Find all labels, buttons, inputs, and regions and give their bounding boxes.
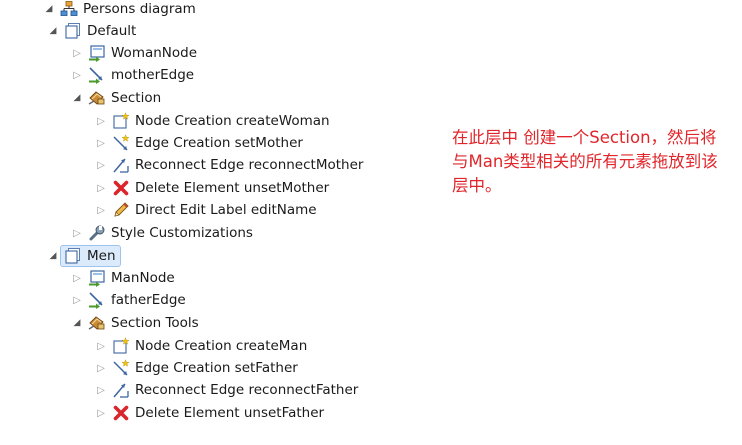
tree-item-label: ManNode <box>111 270 175 286</box>
tree-item-label: Men <box>87 248 116 264</box>
tree-item-label: Delete Element unsetFather <box>135 405 325 421</box>
node-mapping-icon <box>88 269 106 287</box>
tree-item-label: fatherEdge <box>111 292 186 308</box>
collapse-toggle-icon[interactable]: ▷ <box>70 222 84 244</box>
edge-mapping-icon <box>88 291 106 309</box>
tree-item-default-layer[interactable]: ◢ Default <box>46 20 136 42</box>
tree-item-label: Persons diagram <box>83 1 196 17</box>
tree-item-label: Style Customizations <box>111 225 253 241</box>
reconnect-edge-icon <box>112 381 130 399</box>
tree-item-delete-element-unsetmother[interactable]: ▷ Delete Element unsetMother <box>94 177 329 199</box>
expand-toggle-icon[interactable]: ◢ <box>46 245 60 267</box>
tree-item-section[interactable]: ◢ Section <box>70 87 162 109</box>
tree-item-node-creation-createman[interactable]: ▷ Node Creation createMan <box>94 335 307 357</box>
node-creation-icon <box>112 112 130 130</box>
tree-item-persons-diagram[interactable]: ◢ Persons diagram <box>42 0 196 20</box>
tree-item-label: Section Tools <box>111 315 199 331</box>
tree-item-label: Edge Creation setMother <box>135 135 303 151</box>
tree-item-edge-creation-setmother[interactable]: ▷ Edge Creation setMother <box>94 132 303 154</box>
diagram-icon <box>60 0 78 18</box>
selection-highlight[interactable]: Men <box>60 245 121 267</box>
tree-item-reconnect-edge-reconnectmother[interactable]: ▷ Reconnect Edge reconnectMother <box>94 154 363 176</box>
tree-item-label: Direct Edit Label editName <box>135 202 317 218</box>
collapse-toggle-icon[interactable]: ▷ <box>94 357 108 379</box>
tree-item-womannode[interactable]: ▷ WomanNode <box>70 42 197 64</box>
collapse-toggle-icon[interactable]: ▷ <box>94 335 108 357</box>
collapse-toggle-icon[interactable]: ▷ <box>70 64 84 86</box>
collapse-toggle-icon[interactable]: ▷ <box>94 402 108 424</box>
tree-item-node-creation-createwoman[interactable]: ▷ Node Creation createWoman <box>94 110 330 132</box>
tree-item-section-tools[interactable]: ◢ Section Tools <box>70 312 199 334</box>
edge-creation-icon <box>112 359 130 377</box>
tree-item-label: WomanNode <box>111 45 198 61</box>
expand-toggle-icon[interactable]: ◢ <box>70 312 84 334</box>
tree-item-delete-element-unsetfather[interactable]: ▷ Delete Element unsetFather <box>94 402 324 424</box>
direct-edit-label-icon <box>112 201 130 219</box>
tree-item-label: Section <box>111 90 162 106</box>
collapse-toggle-icon[interactable]: ▷ <box>94 379 108 401</box>
tool-section-icon <box>88 314 106 332</box>
collapse-toggle-icon[interactable]: ▷ <box>94 177 108 199</box>
tree-item-men-layer[interactable]: ◢ Men <box>46 245 121 267</box>
expand-toggle-icon[interactable]: ◢ <box>46 20 60 42</box>
reconnect-edge-icon <box>112 156 130 174</box>
tree-item-label: Reconnect Edge reconnectMother <box>135 157 364 173</box>
tree-item-reconnect-edge-reconnectfather[interactable]: ▷ Reconnect Edge reconnectFather <box>94 379 358 401</box>
tree-item-direct-edit-label-editname[interactable]: ▷ Direct Edit Label editName <box>94 199 317 221</box>
tree-item-label: Edge Creation setFather <box>135 360 298 376</box>
tree-item-motheredge[interactable]: ▷ motherEdge <box>70 64 194 86</box>
layer-icon <box>64 22 82 40</box>
node-creation-icon <box>112 337 130 355</box>
tree-item-fatheredge[interactable]: ▷ fatherEdge <box>70 289 186 311</box>
collapse-toggle-icon[interactable]: ▷ <box>70 42 84 64</box>
tree-item-mannode[interactable]: ▷ ManNode <box>70 267 175 289</box>
collapse-toggle-icon[interactable]: ▷ <box>70 267 84 289</box>
tree-item-label: Reconnect Edge reconnectFather <box>135 382 359 398</box>
tree-item-label: Node Creation createMan <box>135 338 308 354</box>
tree-item-style-customizations[interactable]: ▷ Style Customizations <box>70 222 253 244</box>
tree-item-label: Delete Element unsetMother <box>135 180 330 196</box>
wrench-icon <box>88 224 106 242</box>
collapse-toggle-icon[interactable]: ▷ <box>94 132 108 154</box>
collapse-toggle-icon[interactable]: ▷ <box>94 110 108 132</box>
layer-icon <box>64 247 82 265</box>
collapse-toggle-icon[interactable]: ▷ <box>70 289 84 311</box>
expand-toggle-icon[interactable]: ◢ <box>70 87 84 109</box>
tool-section-icon <box>88 89 106 107</box>
tree-item-label: Node Creation createWoman <box>135 113 330 129</box>
tree-item-label: Default <box>87 23 137 39</box>
annotation-note: 在此层中 创建一个Section，然后将与Man类型相关的所有元素拖放到该层中。 <box>452 128 718 195</box>
node-mapping-icon <box>88 44 106 62</box>
delete-element-icon <box>112 179 130 197</box>
tree-item-edge-creation-setfather[interactable]: ▷ Edge Creation setFather <box>94 357 298 379</box>
collapse-toggle-icon[interactable]: ▷ <box>94 154 108 176</box>
tree-item-label: motherEdge <box>111 67 195 83</box>
expand-toggle-icon[interactable]: ◢ <box>42 0 56 20</box>
delete-element-icon <box>112 404 130 422</box>
edge-creation-icon <box>112 134 130 152</box>
collapse-toggle-icon[interactable]: ▷ <box>94 199 108 221</box>
edge-mapping-icon <box>88 66 106 84</box>
